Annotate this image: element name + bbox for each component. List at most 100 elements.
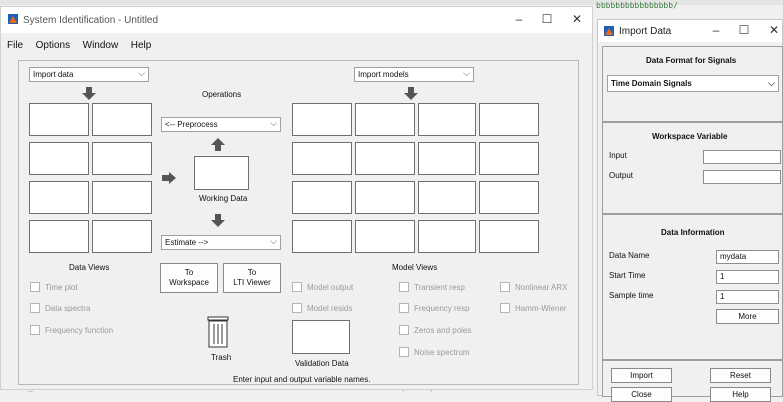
close-button[interactable]: ✕ bbox=[568, 12, 586, 26]
menu-options[interactable]: Options bbox=[36, 40, 70, 51]
import-titlebar[interactable]: Import Data – ☐ ✕ bbox=[598, 20, 782, 42]
frequency-function-label: Frequency function bbox=[45, 325, 114, 335]
help-button[interactable]: Help bbox=[710, 387, 771, 402]
sysid-menubar: File Options Window Help bbox=[7, 40, 307, 54]
close-button[interactable]: ✕ bbox=[766, 23, 782, 37]
model-slot[interactable] bbox=[355, 103, 415, 136]
data-slot[interactable] bbox=[92, 103, 152, 136]
model-resids-label: Model resids bbox=[307, 303, 353, 313]
model-resids-checkbox[interactable]: Model resids bbox=[292, 303, 352, 313]
model-slot[interactable] bbox=[479, 142, 539, 175]
maximize-button[interactable]: ☐ bbox=[538, 12, 556, 26]
hamm-wiener-checkbox[interactable]: Hamm-Wiener bbox=[500, 303, 567, 313]
arrow-down-icon bbox=[404, 87, 418, 102]
model-slot[interactable] bbox=[355, 220, 415, 253]
to-workspace-button[interactable]: To Workspace bbox=[160, 263, 218, 293]
data-slot[interactable] bbox=[29, 103, 89, 136]
sample-time-field[interactable]: 1 bbox=[716, 290, 779, 304]
working-data-label: Working Data bbox=[199, 194, 248, 203]
checkbox-box bbox=[399, 347, 409, 357]
minimize-button[interactable]: – bbox=[510, 12, 528, 26]
import-data-dropdown[interactable]: Import data ⌵ bbox=[29, 67, 149, 82]
trash-icon[interactable] bbox=[206, 314, 230, 350]
noise-spectrum-label: Noise spectrum bbox=[414, 347, 470, 357]
import-button[interactable]: Import bbox=[611, 368, 672, 383]
data-spectra-checkbox[interactable]: Data spectra bbox=[30, 303, 90, 313]
reset-button[interactable]: Reset bbox=[710, 368, 771, 383]
model-slot[interactable] bbox=[418, 103, 476, 136]
status-text: Enter input and output variable names. bbox=[233, 375, 371, 384]
preprocess-dropdown[interactable]: <-- Preprocess ⌵ bbox=[161, 117, 281, 132]
checkbox-box bbox=[500, 303, 510, 313]
sample-time-label: Sample time bbox=[609, 291, 654, 300]
nonlinear-arx-label: Nonlinear ARX bbox=[515, 282, 568, 292]
import-models-dropdown[interactable]: Import models ⌵ bbox=[354, 67, 474, 82]
to-workspace-label-1: To bbox=[184, 268, 194, 277]
model-slot[interactable] bbox=[418, 181, 476, 214]
checkbox-box bbox=[292, 282, 302, 292]
start-time-field[interactable]: 1 bbox=[716, 270, 779, 284]
input-field[interactable] bbox=[703, 150, 781, 164]
minimize-button[interactable]: – bbox=[708, 23, 724, 37]
import-models-label: Import models bbox=[358, 70, 409, 79]
nonlinear-arx-checkbox[interactable]: Nonlinear ARX bbox=[500, 282, 567, 292]
model-slot[interactable] bbox=[292, 220, 352, 253]
data-slot[interactable] bbox=[29, 181, 89, 214]
zeros-poles-label: Zeros and poles bbox=[414, 325, 472, 335]
data-spectra-label: Data spectra bbox=[45, 303, 91, 313]
matlab-app-icon bbox=[8, 14, 18, 24]
model-slot[interactable] bbox=[292, 142, 352, 175]
zeros-poles-checkbox[interactable]: Zeros and poles bbox=[399, 325, 471, 335]
chevron-down-icon: ⌵ bbox=[270, 118, 277, 128]
chevron-down-icon: ⌵ bbox=[270, 236, 277, 246]
background-code-top-right: bbbbbbbbbbbbbbbb/ bbox=[596, 1, 678, 10]
estimate-label: Estimate --> bbox=[165, 238, 209, 247]
model-slot[interactable] bbox=[479, 181, 539, 214]
validation-data-label: Validation Data bbox=[295, 359, 349, 368]
model-slot[interactable] bbox=[418, 220, 476, 253]
data-format-value: Time Domain Signals bbox=[611, 79, 692, 88]
model-slot[interactable] bbox=[418, 142, 476, 175]
checkbox-box bbox=[30, 325, 40, 335]
to-lti-viewer-button[interactable]: To LTI Viewer bbox=[223, 263, 281, 293]
data-format-dropdown[interactable]: Time Domain Signals ⌵ bbox=[607, 75, 779, 92]
data-name-field[interactable]: mydata bbox=[716, 250, 779, 264]
model-slot[interactable] bbox=[292, 181, 352, 214]
model-slot[interactable] bbox=[355, 181, 415, 214]
chevron-down-icon: ⌵ bbox=[138, 68, 145, 78]
data-slot[interactable] bbox=[29, 220, 89, 253]
frequency-resp-checkbox[interactable]: Frequency resp bbox=[399, 303, 470, 313]
output-field[interactable] bbox=[703, 170, 781, 184]
model-slot[interactable] bbox=[292, 103, 352, 136]
estimate-dropdown[interactable]: Estimate --> ⌵ bbox=[161, 235, 281, 250]
model-slot[interactable] bbox=[479, 220, 539, 253]
data-views-label: Data Views bbox=[69, 263, 110, 272]
working-data-slot[interactable] bbox=[194, 156, 249, 190]
checkbox-box bbox=[399, 282, 409, 292]
time-plot-label: Time plot bbox=[45, 282, 78, 292]
sysid-titlebar[interactable]: System Identification - Untitled – ☐ ✕ bbox=[1, 7, 592, 33]
data-slot[interactable] bbox=[92, 181, 152, 214]
menu-file[interactable]: File bbox=[7, 40, 23, 51]
sysid-window: System Identification - Untitled – ☐ ✕ F… bbox=[0, 6, 593, 390]
import-data-label: Import data bbox=[33, 70, 74, 79]
checkbox-box bbox=[500, 282, 510, 292]
maximize-button[interactable]: ☐ bbox=[736, 23, 752, 37]
close-dialog-button[interactable]: Close bbox=[611, 387, 672, 402]
model-slot[interactable] bbox=[479, 103, 539, 136]
frequency-function-checkbox[interactable]: Frequency function bbox=[30, 325, 113, 335]
data-slot[interactable] bbox=[92, 220, 152, 253]
model-slot[interactable] bbox=[355, 142, 415, 175]
hamm-wiener-label: Hamm-Wiener bbox=[515, 303, 567, 313]
data-slot[interactable] bbox=[29, 142, 89, 175]
model-output-checkbox[interactable]: Model output bbox=[292, 282, 353, 292]
more-button[interactable]: More bbox=[716, 309, 779, 324]
noise-spectrum-checkbox[interactable]: Noise spectrum bbox=[399, 347, 470, 357]
transient-resp-checkbox[interactable]: Transient resp bbox=[399, 282, 465, 292]
menu-help[interactable]: Help bbox=[131, 40, 152, 51]
checkbox-box bbox=[30, 303, 40, 313]
validation-data-slot[interactable] bbox=[292, 320, 350, 354]
data-slot[interactable] bbox=[92, 142, 152, 175]
time-plot-checkbox[interactable]: Time plot bbox=[30, 282, 78, 292]
menu-window[interactable]: Window bbox=[83, 40, 119, 51]
